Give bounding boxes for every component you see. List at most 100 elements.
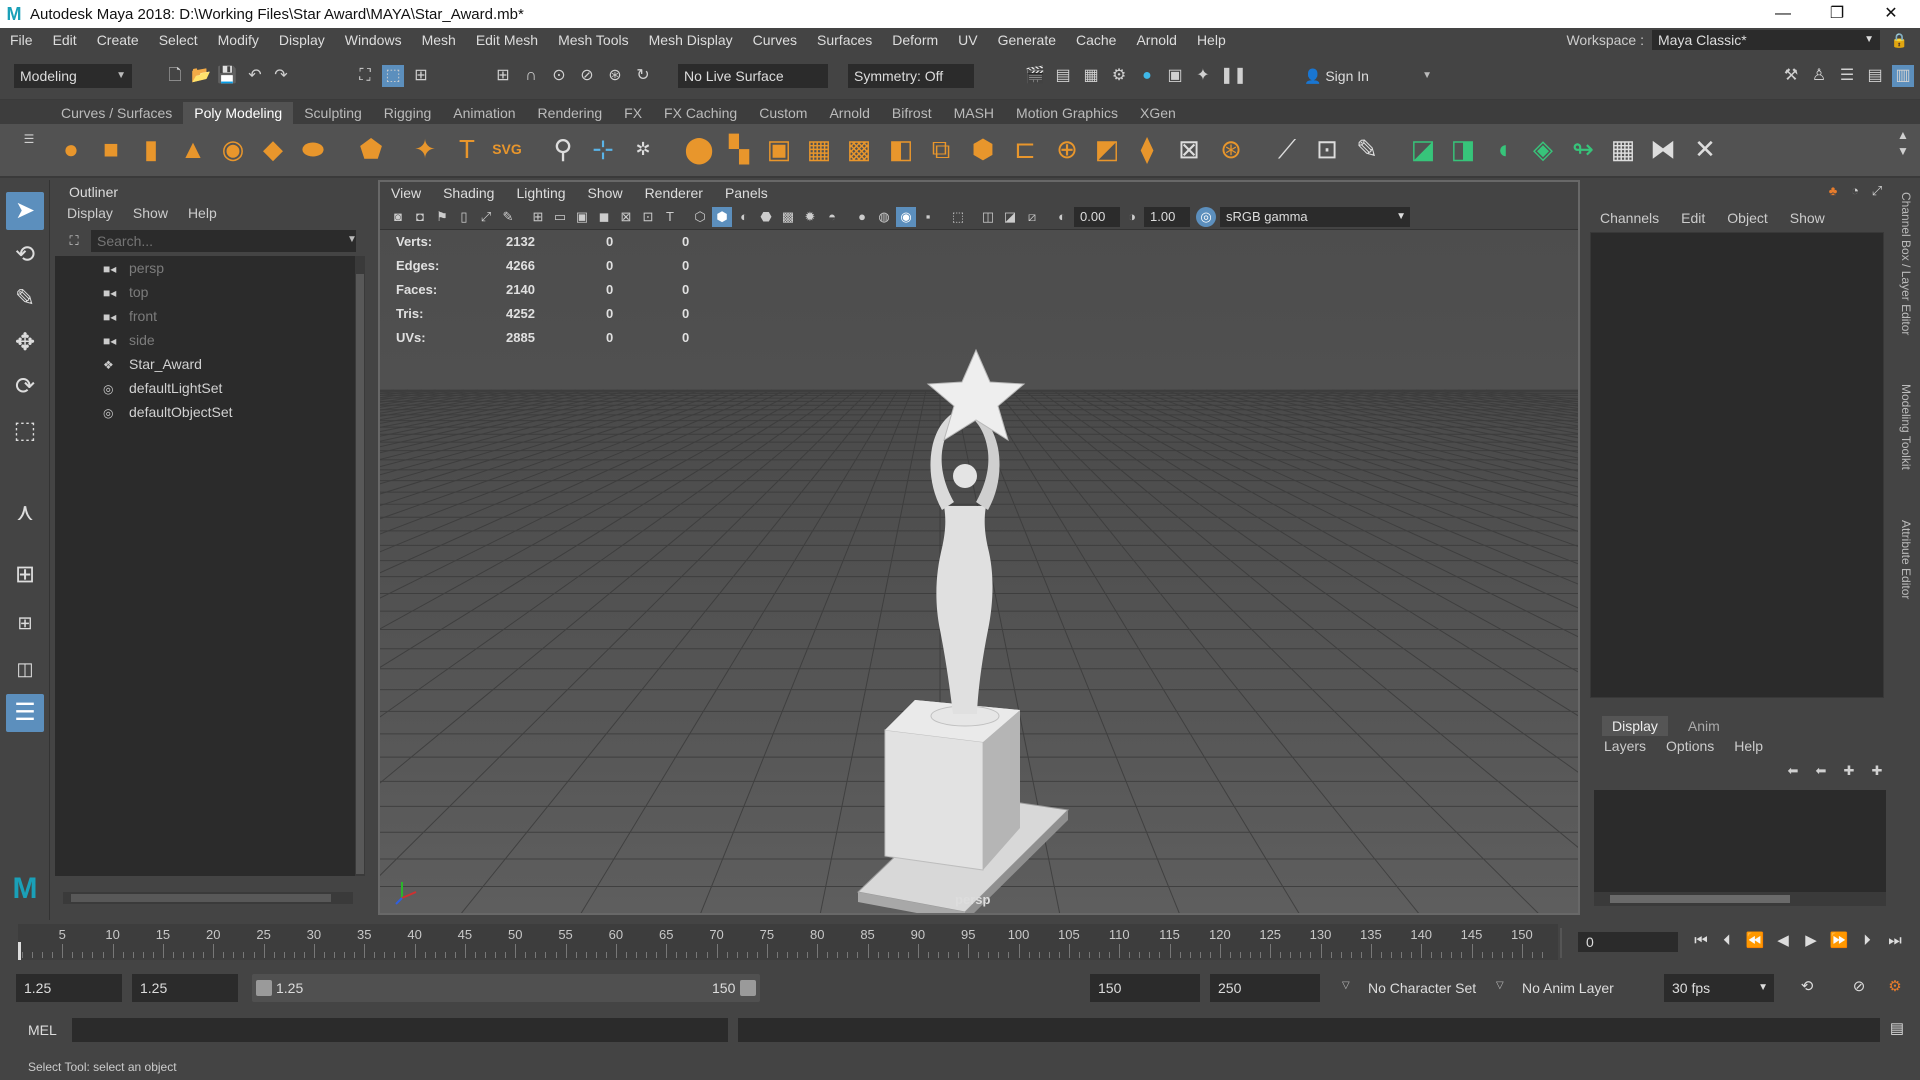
super-shape-icon[interactable]: ✦	[408, 132, 442, 166]
gamma-icon[interactable]: ◑	[1122, 207, 1142, 227]
ipr-render-icon[interactable]: ▦	[1080, 65, 1102, 87]
shelf-tab-motion-graphics[interactable]: Motion Graphics	[1005, 102, 1129, 124]
snap-curve-icon[interactable]: ∩	[520, 65, 542, 87]
uv-spherical-icon[interactable]: ◖	[1486, 132, 1520, 166]
outliner-horizontal-scrollbar[interactable]	[63, 892, 353, 904]
use-all-lights-icon[interactable]: ✹	[800, 207, 820, 227]
shelf-tab-curves-surfaces[interactable]: Curves / Surfaces	[50, 102, 183, 124]
outliner-search-input[interactable]	[91, 230, 356, 252]
outliner-item-default-object-set[interactable]: ◎ defaultObjectSet	[103, 400, 233, 424]
target-weld-icon[interactable]: ✎	[1350, 132, 1384, 166]
platonic-solid-icon[interactable]: ⬟	[354, 132, 388, 166]
minimize-button[interactable]: —	[1758, 0, 1808, 28]
channel-menu-show[interactable]: Show	[1790, 210, 1825, 226]
outliner-item-star-award[interactable]: ❖ Star_Award	[103, 352, 202, 376]
insert-edge-loop-icon[interactable]: ⊡	[1310, 132, 1344, 166]
menu-curves[interactable]: Curves	[743, 32, 807, 48]
go-to-start-icon[interactable]: ⏮	[1690, 930, 1712, 952]
layer-menu-help[interactable]: Help	[1734, 738, 1763, 754]
shelf-scroll-down-icon[interactable]: ▼	[1892, 140, 1914, 162]
live-surface-field[interactable]: No Live Surface	[678, 64, 828, 88]
uv-editor-icon[interactable]: ▦	[1606, 132, 1640, 166]
snap-surface-icon[interactable]: ⊛	[604, 65, 626, 87]
xray-active-icon[interactable]: ◪	[1000, 207, 1020, 227]
scene-view[interactable]	[380, 230, 1578, 915]
poly-torus-icon[interactable]: ◉	[216, 132, 250, 166]
side-tab-modeling-toolkit[interactable]: Modeling Toolkit	[1899, 384, 1913, 470]
isolate-select-icon[interactable]: ⬚	[948, 207, 968, 227]
boolean-icon[interactable]: ▦	[802, 132, 836, 166]
outliner-menu-display[interactable]: Display	[67, 205, 113, 221]
shelf-options-icon[interactable]: ☰	[18, 128, 40, 150]
channel-menu-edit[interactable]: Edit	[1681, 210, 1705, 226]
viewport-menu-view[interactable]: View	[380, 185, 432, 201]
film-gate-icon[interactable]: ▭	[550, 207, 570, 227]
step-forward-key-icon[interactable]: ⏩	[1828, 930, 1850, 952]
select-component-icon[interactable]: ⊞	[410, 65, 432, 87]
bridge-icon[interactable]: ⊏	[1008, 132, 1042, 166]
tab-display[interactable]: Display	[1602, 716, 1668, 736]
animation-end-field[interactable]: 250	[1210, 974, 1320, 1002]
menu-display[interactable]: Display	[269, 32, 335, 48]
playback-start-field[interactable]: 1.25	[132, 974, 238, 1002]
outliner-item-default-light-set[interactable]: ◎ defaultLightSet	[103, 376, 222, 400]
color-space-dropdown[interactable]: sRGB gamma ▼	[1220, 207, 1410, 227]
wedge-icon[interactable]: ⧫	[1130, 132, 1164, 166]
append-polygon-icon[interactable]: ◩	[1090, 132, 1124, 166]
resolution-gate-icon[interactable]: ▣	[572, 207, 592, 227]
pause-icon[interactable]: ❚❚	[1220, 65, 1247, 87]
fps-dropdown[interactable]: 30 fps ▼	[1664, 974, 1774, 1002]
scale-tool-icon[interactable]: ⬚	[6, 412, 44, 450]
shelf-tab-fx[interactable]: FX	[613, 102, 653, 124]
shelf-tab-rendering[interactable]: Rendering	[527, 102, 614, 124]
viewport-menu-lighting[interactable]: Lighting	[505, 185, 576, 201]
separate-icon[interactable]: ▚	[722, 132, 756, 166]
workspace-dropdown[interactable]: Maya Classic* ▼	[1652, 30, 1880, 50]
show-manipulator-icon[interactable]: ⋏	[6, 494, 44, 532]
step-back-icon[interactable]: ⏴	[1716, 930, 1738, 952]
select-object-icon[interactable]: ⬚	[382, 65, 404, 87]
grid-icon[interactable]: ⊞	[528, 207, 548, 227]
menu-edit-mesh[interactable]: Edit Mesh	[466, 32, 548, 48]
shelf-tab-arnold[interactable]: Arnold	[818, 102, 880, 124]
uv-unfold-icon[interactable]: ↬	[1566, 132, 1600, 166]
script-editor-icon[interactable]: ▤	[1886, 1018, 1908, 1040]
poly-cone-icon[interactable]: ▲	[176, 132, 210, 166]
menu-mesh[interactable]: Mesh	[412, 32, 466, 48]
shelf-tab-bifrost[interactable]: Bifrost	[881, 102, 943, 124]
outliner-item-top[interactable]: ■◂ top	[103, 280, 148, 304]
textured-icon[interactable]: ▩	[778, 207, 798, 227]
layer-menu-options[interactable]: Options	[1666, 738, 1714, 754]
menu-uv[interactable]: UV	[948, 32, 987, 48]
step-forward-icon[interactable]: ⏵	[1856, 930, 1878, 952]
play-backwards-icon[interactable]: ◀	[1772, 930, 1794, 952]
time-slider[interactable]: 5 10 15 20 25 30 35 40 45 50 55 60 65 70 75 80 85 90 95 100…	[0, 920, 1920, 962]
menu-arnold[interactable]: Arnold	[1126, 32, 1186, 48]
animation-start-field[interactable]: 1.25	[16, 974, 122, 1002]
render-view-icon[interactable]: ▣	[1164, 65, 1186, 87]
uv-cylindrical-icon[interactable]: ◨	[1446, 132, 1480, 166]
outliner-item-front[interactable]: ■◂ front	[103, 304, 157, 328]
anim-layer-dropdown[interactable]: No Anim Layer	[1514, 974, 1634, 1002]
layer-horizontal-scrollbar[interactable]	[1594, 892, 1886, 906]
anti-aliasing-icon[interactable]: ◉	[896, 207, 916, 227]
wireframe-on-shaded-icon[interactable]: ⬣	[756, 207, 776, 227]
tool-settings-icon[interactable]: ▤	[1864, 65, 1886, 87]
scrollbar-thumb[interactable]	[356, 274, 364, 874]
merge-icon[interactable]: ⊠	[1172, 132, 1206, 166]
rotate-tool-icon[interactable]: ⟳	[6, 368, 44, 406]
viewport-menu-panels[interactable]: Panels	[714, 185, 779, 201]
menu-surfaces[interactable]: Surfaces	[807, 32, 882, 48]
range-start-handle[interactable]	[256, 980, 272, 996]
new-layer-selected-icon[interactable]: ✚	[1866, 760, 1888, 782]
select-hierarchy-icon[interactable]: ⛶	[354, 65, 376, 87]
menu-select[interactable]: Select	[149, 32, 208, 48]
lock-icon[interactable]: 🔒	[1891, 32, 1908, 49]
four-view-icon[interactable]: ⊞	[6, 604, 44, 642]
snap-point-icon[interactable]: ⊙	[548, 65, 570, 87]
safe-action-icon[interactable]: ⊡	[638, 207, 658, 227]
snap-live-icon[interactable]: ↻	[632, 65, 654, 87]
tab-anim[interactable]: Anim	[1678, 716, 1730, 736]
default-material-icon[interactable]: ◐	[734, 207, 754, 227]
hypershade-icon[interactable]: ●	[1136, 65, 1158, 87]
